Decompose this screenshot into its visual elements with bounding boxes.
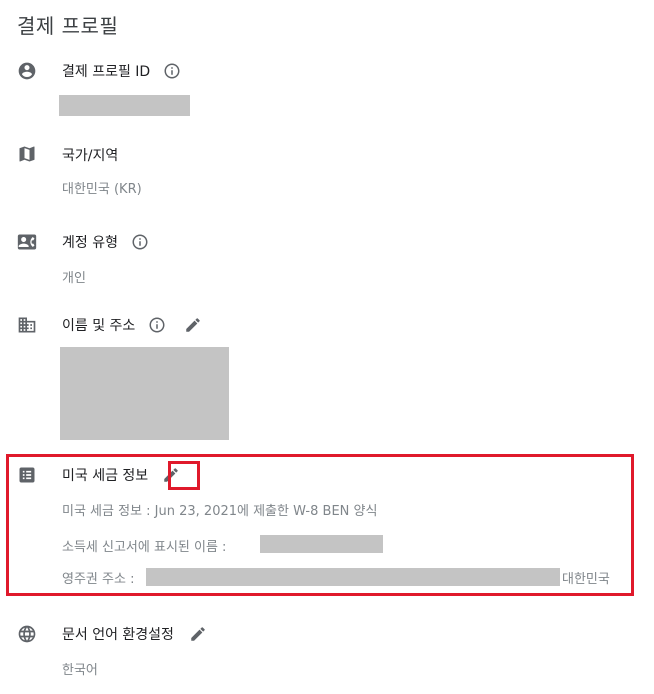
billing-profile-page: 결제 프로필 결제 프로필 ID 국가/지역 대한민국 (KR) 계정 유형 개… [0, 0, 654, 694]
edit-button-highlight-frame [168, 461, 200, 490]
globe-icon [17, 624, 37, 644]
residence-address-row: 영주권 주소 : [62, 568, 134, 587]
us-tax-info-line: 미국 세금 정보 : Jun 23, 2021에 제출한 W-8 BEN 양식 [62, 504, 378, 519]
contact-card-icon [17, 232, 37, 252]
building-icon [17, 315, 37, 335]
edit-language-pencil-icon[interactable] [188, 624, 208, 644]
info-icon[interactable] [162, 61, 182, 81]
profile-id-label: 결제 프로필 ID [62, 64, 151, 80]
country-label: 국가/지역 [62, 148, 119, 164]
list-icon [17, 465, 37, 485]
tax-return-name-row: 소득세 신고서에 표시된 이름 : [62, 536, 226, 555]
us-tax-label: 미국 세금 정보 [62, 468, 149, 484]
account-type-label: 계정 유형 [62, 235, 118, 251]
tax-return-name-label: 소득세 신고서에 표시된 이름 : [62, 540, 227, 555]
map-icon [17, 144, 37, 164]
residence-address-redacted [146, 568, 560, 586]
name-address-value-redacted [60, 347, 229, 440]
account-circle-icon [17, 61, 37, 81]
tax-return-name-redacted [260, 535, 383, 553]
document-language-value: 한국어 [62, 663, 98, 678]
edit-name-address-pencil-icon[interactable] [183, 315, 203, 335]
name-address-label: 이름 및 주소 [62, 318, 136, 334]
account-type-value: 개인 [62, 271, 86, 286]
profile-id-value-redacted [59, 95, 190, 116]
residence-address-label: 영주권 주소 : [62, 572, 135, 587]
country-value: 대한민국 (KR) [62, 182, 142, 197]
info-icon[interactable] [147, 315, 167, 335]
page-title: 결제 프로필 [17, 14, 119, 38]
residence-country: 대한민국 [562, 572, 610, 587]
info-icon[interactable] [130, 232, 150, 252]
document-language-label: 문서 언어 환경설정 [62, 627, 174, 643]
